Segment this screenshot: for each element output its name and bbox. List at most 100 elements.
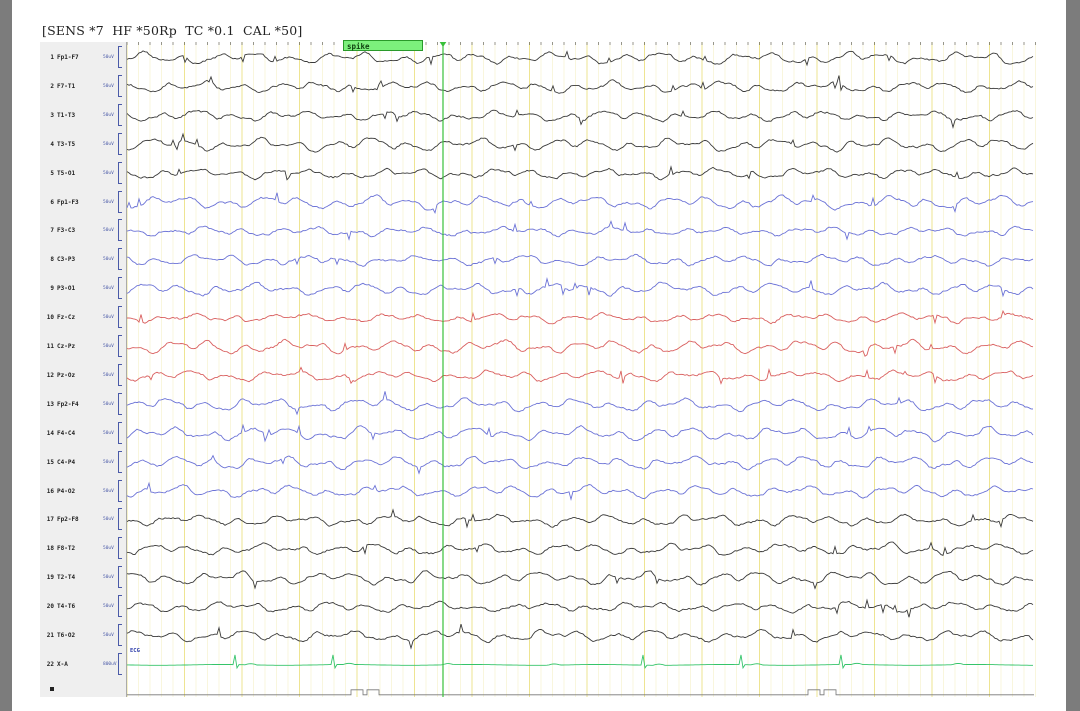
channel-trace bbox=[127, 253, 1034, 267]
channel-label[interactable]: 9 P3-O1 50uV bbox=[40, 277, 126, 300]
channel-name: P4-O2 bbox=[57, 487, 76, 495]
channel-sensitivity: 800uV bbox=[103, 661, 117, 667]
calibration-bracket-icon bbox=[118, 392, 122, 415]
channel-trace bbox=[127, 481, 1034, 501]
channel-number: 17 bbox=[46, 516, 54, 524]
channel-trace bbox=[127, 623, 1034, 650]
channel-name: C4-P4 bbox=[57, 458, 76, 466]
channel-trace bbox=[127, 309, 1034, 325]
channel-label[interactable]: 7 F3-C3 50uV bbox=[40, 219, 126, 242]
channel-sensitivity: 50uV bbox=[103, 517, 114, 523]
channel-label[interactable]: 1 Fp1-F7 50uV bbox=[40, 46, 126, 68]
channel-trace bbox=[127, 391, 1034, 416]
channel-label[interactable]: 13 Fp2-F4 50uV bbox=[40, 392, 126, 415]
calibration-bracket-icon bbox=[118, 624, 122, 646]
calibration-bracket-icon bbox=[118, 363, 122, 386]
channel-trace bbox=[127, 192, 1034, 215]
calibration-bracket-icon bbox=[118, 277, 122, 300]
channel-number: 22 bbox=[46, 660, 54, 668]
channel-number: 7 bbox=[50, 227, 54, 235]
channel-label[interactable]: 8 C3-P3 50uV bbox=[40, 248, 126, 271]
channel-number: 8 bbox=[50, 256, 54, 264]
channel-label[interactable]: 5 T5-O1 50uV bbox=[40, 161, 126, 184]
calibration-bracket-icon bbox=[118, 479, 122, 502]
channel-label-column: 1 Fp1-F7 50uV 2 F7-T1 50uV 3 T1-T3 50uV 4 T3-T5 50u… bbox=[40, 42, 127, 697]
channel-number: 6 bbox=[50, 198, 54, 206]
channel-name: C3-P3 bbox=[57, 256, 76, 264]
channel-label[interactable]: 11 Cz-Pz 50uV bbox=[40, 335, 126, 357]
channel-label[interactable]: 22 X-A 800uV bbox=[40, 652, 126, 675]
spike-event-marker[interactable]: spike bbox=[343, 40, 423, 51]
channel-label[interactable]: 6 Fp1-F3 50uV bbox=[40, 190, 126, 213]
channel-sensitivity: 50uV bbox=[103, 401, 114, 407]
channel-trace bbox=[127, 508, 1034, 529]
calibration-bracket-icon bbox=[118, 595, 122, 618]
channel-trace bbox=[127, 109, 1034, 130]
channel-label[interactable]: 17 Fp2-F8 50uV bbox=[40, 508, 126, 531]
channel-name: F3-C3 bbox=[57, 227, 76, 235]
channel-trace bbox=[127, 454, 1034, 475]
calibration-bracket-icon bbox=[118, 161, 122, 184]
channel-label[interactable]: 4 T3-T5 50uV bbox=[40, 132, 126, 155]
channel-sensitivity: 50uV bbox=[103, 228, 114, 234]
channel-name: F8-T2 bbox=[57, 545, 76, 553]
channel-label[interactable]: 19 T2-T4 50uV bbox=[40, 566, 126, 589]
channel-number: 16 bbox=[46, 487, 54, 495]
channel-number: 11 bbox=[46, 343, 54, 350]
channel-sensitivity: 50uV bbox=[103, 459, 114, 465]
channel-sensitivity: 50uV bbox=[103, 286, 114, 292]
channel-name: X-A bbox=[57, 660, 68, 668]
channel-number: 3 bbox=[50, 111, 54, 119]
event-channel-trace bbox=[127, 689, 1034, 696]
channel-trace bbox=[127, 220, 1034, 241]
channel-label[interactable]: 16 P4-O2 50uV bbox=[40, 479, 126, 502]
ecg-channel-tag: ECG bbox=[130, 648, 140, 654]
channel-trace bbox=[127, 654, 1033, 670]
channel-label[interactable]: 21 T6-O2 50uV bbox=[40, 624, 126, 646]
channel-name: Fp1-F7 bbox=[57, 54, 79, 61]
channel-trace bbox=[127, 75, 1034, 94]
channel-number: 5 bbox=[50, 169, 54, 177]
channel-number: 21 bbox=[46, 632, 54, 639]
channel-trace bbox=[127, 277, 1034, 298]
channel-number: 9 bbox=[50, 285, 54, 293]
calibration-bracket-icon bbox=[118, 248, 122, 271]
channel-label[interactable]: 10 Fz-Cz 50uV bbox=[40, 306, 126, 329]
channel-label[interactable]: 14 F4-C4 50uV bbox=[40, 421, 126, 444]
channel-label[interactable]: 18 F8-T2 50uV bbox=[40, 537, 126, 560]
channel-name: T2-T4 bbox=[57, 574, 76, 582]
channel-label[interactable]: 2 F7-T1 50uV bbox=[40, 74, 126, 97]
channel-number: 2 bbox=[50, 82, 54, 90]
channel-number: 14 bbox=[46, 429, 54, 437]
channel-trace bbox=[127, 598, 1034, 618]
channel-sensitivity: 50uV bbox=[103, 344, 114, 349]
channel-label[interactable]: 3 T1-T3 50uV bbox=[40, 103, 126, 126]
channel-name: T6-O2 bbox=[57, 632, 76, 639]
calibration-bracket-icon bbox=[118, 421, 122, 444]
channel-sensitivity: 50uV bbox=[103, 141, 114, 147]
channel-sensitivity: 50uV bbox=[103, 112, 114, 118]
calibration-bracket-icon bbox=[118, 306, 122, 329]
channel-sensitivity: 50uV bbox=[103, 372, 114, 378]
channel-trace bbox=[127, 165, 1034, 181]
channel-name: Pz-Oz bbox=[57, 371, 76, 379]
eeg-trace-area[interactable] bbox=[127, 42, 1038, 697]
channel-sensitivity: 50uV bbox=[103, 83, 114, 89]
channel-sensitivity: 50uV bbox=[103, 55, 114, 60]
channel-name: Fp2-F8 bbox=[57, 516, 79, 524]
channel-sensitivity: 50uV bbox=[103, 257, 114, 263]
channel-sensitivity: 50uV bbox=[103, 546, 114, 552]
channel-label[interactable]: 12 Pz-Oz 50uV bbox=[40, 363, 126, 386]
channel-sensitivity: 50uV bbox=[103, 430, 114, 436]
channel-name: T1-T3 bbox=[57, 111, 76, 119]
channel-sensitivity: 50uV bbox=[103, 315, 114, 321]
channel-sensitivity: 50uV bbox=[103, 604, 114, 610]
calibration-bracket-icon bbox=[118, 652, 122, 675]
calibration-bracket-icon bbox=[118, 508, 122, 531]
channel-label[interactable]: 15 C4-P4 50uV bbox=[40, 450, 126, 473]
channel-sensitivity: 50uV bbox=[103, 199, 114, 205]
channel-name: Fp1-F3 bbox=[57, 198, 79, 206]
calibration-bracket-icon bbox=[118, 190, 122, 213]
channel-name: T4-T6 bbox=[57, 603, 76, 611]
channel-label[interactable]: 20 T4-T6 50uV bbox=[40, 595, 126, 618]
